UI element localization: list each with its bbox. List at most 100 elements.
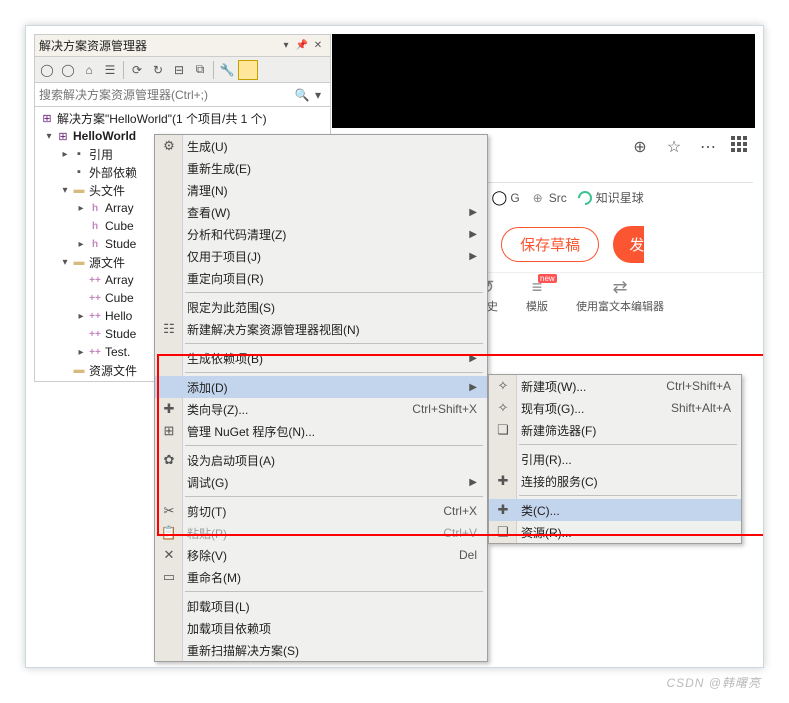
tree-label: 头文件	[89, 182, 125, 199]
submenu-arrow-icon: ▶	[469, 251, 477, 262]
bookmark-item[interactable]: ◯G	[491, 190, 519, 206]
expand-icon[interactable]: ▸	[75, 203, 87, 214]
menu-item[interactable]: ✧现有项(G)...Shift+Alt+A	[489, 397, 741, 419]
dropdown-icon[interactable]: ▾	[278, 38, 294, 54]
menu-item[interactable]: 引用(R)...	[489, 448, 741, 470]
search-icon[interactable]: 🔍	[294, 87, 310, 103]
browser-toolbar: ⊕ ☆ ⋯	[629, 132, 753, 162]
star-icon[interactable]: ☆	[663, 136, 685, 158]
apps-icon[interactable]	[731, 136, 753, 158]
menu-item-icon: ✚	[159, 401, 179, 417]
tree-label: Array	[105, 201, 134, 215]
cpp-icon: ++	[87, 290, 103, 306]
menu-item-icon: ✧	[493, 378, 513, 394]
menu-item-label: 引用(R)...	[521, 451, 731, 468]
sync-icon[interactable]: ⟳	[127, 60, 147, 80]
expand-icon[interactable]: ▾	[43, 131, 55, 142]
menu-item[interactable]: ⚙生成(U)	[155, 135, 487, 157]
menu-item[interactable]: 卸载项目(L)	[155, 595, 487, 617]
menu-item-icon: ✂	[159, 503, 179, 519]
zoom-icon[interactable]: ⊕	[629, 136, 651, 158]
expand-icon[interactable]: ▾	[59, 257, 71, 268]
menu-item[interactable]: 加载项目依赖项	[155, 617, 487, 639]
menu-item-label: 加载项目依赖项	[187, 620, 477, 637]
collapse-icon[interactable]: ⊟	[169, 60, 189, 80]
github-icon: ◯	[491, 190, 507, 206]
more-icon[interactable]: ⋯	[697, 136, 719, 158]
menu-item[interactable]: ✂剪切(T)Ctrl+X	[155, 500, 487, 522]
template-tool[interactable]: ≡new模版	[526, 277, 548, 314]
publish-button[interactable]: 发	[613, 226, 644, 263]
cpp-icon: ++	[87, 344, 103, 360]
close-icon[interactable]: ✕	[310, 38, 326, 54]
solution-root[interactable]: ⊞ 解决方案"HelloWorld"(1 个项目/共 1 个)	[35, 109, 330, 127]
menu-item-label: 新建筛选器(F)	[521, 422, 731, 439]
expand-icon[interactable]: ▾	[59, 185, 71, 196]
cpp-icon: ++	[87, 272, 103, 288]
expand-icon[interactable]: ▸	[75, 239, 87, 250]
submenu-arrow-icon: ▶	[469, 207, 477, 218]
tree-label: 引用	[89, 146, 113, 163]
submenu-arrow-icon: ▶	[469, 229, 477, 240]
menu-item-label: 连接的服务(C)	[521, 473, 731, 490]
back-icon[interactable]: ◯	[37, 60, 57, 80]
menu-item[interactable]: ❑资源(R)...	[489, 521, 741, 543]
menu-item[interactable]: ⊞管理 NuGet 程序包(N)...	[155, 420, 487, 442]
home-icon[interactable]: ⌂	[79, 60, 99, 80]
menu-item[interactable]: 调试(G)▶	[155, 471, 487, 493]
search-box[interactable]: 🔍 ▾	[35, 83, 330, 107]
menu-item-label: 新建解决方案资源管理器视图(N)	[187, 321, 477, 338]
menu-item[interactable]: 仅用于项目(J)▶	[155, 245, 487, 267]
menu-item[interactable]: 添加(D)▶	[155, 376, 487, 398]
menu-item[interactable]: 重新扫描解决方案(S)	[155, 639, 487, 661]
menu-item-label: 现有项(G)...	[521, 400, 651, 417]
menu-item-icon: ❏	[493, 422, 513, 438]
menu-item[interactable]: ☷新建解决方案资源管理器视图(N)	[155, 318, 487, 340]
menu-item[interactable]: ▭重命名(M)	[155, 566, 487, 588]
menu-item[interactable]: 限定为此范围(S)	[155, 296, 487, 318]
menu-item[interactable]: ✚类向导(Z)...Ctrl+Shift+X	[155, 398, 487, 420]
show-all-icon[interactable]: ⧉	[190, 60, 210, 80]
bookmark-item[interactable]: ⊕Src	[530, 190, 567, 206]
search-input[interactable]	[39, 88, 294, 102]
menu-item[interactable]: ✚连接的服务(C)	[489, 470, 741, 492]
menu-item[interactable]: 清理(N)	[155, 179, 487, 201]
menu-item[interactable]: ✚类(C)...	[489, 499, 741, 521]
menu-item-shortcut: Ctrl+Shift+A	[666, 379, 731, 393]
h-icon: h	[87, 200, 103, 216]
ref-icon: ▪	[71, 146, 87, 162]
menu-item[interactable]: ✕移除(V)Del	[155, 544, 487, 566]
switch-icon: ⇄	[612, 277, 627, 297]
tree-label: 源文件	[89, 254, 125, 271]
save-draft-button[interactable]: 保存草稿	[501, 227, 599, 262]
menu-item[interactable]: 生成依赖项(B)▶	[155, 347, 487, 369]
menu-item[interactable]: ❏ 新建筛选器(F)	[489, 419, 741, 441]
properties-icon[interactable]: 🔧	[217, 60, 237, 80]
search-dropdown-icon[interactable]: ▾	[310, 87, 326, 103]
menu-item-icon: ✕	[159, 547, 179, 563]
menu-item[interactable]: ✿设为启动项目(A)	[155, 449, 487, 471]
bookmark-item[interactable]: 知识星球	[577, 189, 644, 206]
menu-item[interactable]: 重定向项目(R)	[155, 267, 487, 289]
submenu-arrow-icon: ▶	[469, 477, 477, 488]
menu-item-label: 设为启动项目(A)	[187, 452, 477, 469]
menu-item[interactable]: 分析和代码清理(Z)▶	[155, 223, 487, 245]
menu-item[interactable]: 重新生成(E)	[155, 157, 487, 179]
menu-item[interactable]: ✧新建项(W)...Ctrl+Shift+A	[489, 375, 741, 397]
expand-icon[interactable]: ▸	[75, 347, 87, 358]
menu-item[interactable]: 显示浏览数据库错误	[155, 661, 487, 662]
switch-views-icon[interactable]: ☰	[100, 60, 120, 80]
panel-toolbar: ◯ ◯ ⌂ ☰ ⟳ ↻ ⊟ ⧉ 🔧	[35, 57, 330, 83]
menu-item[interactable]: 查看(W)▶	[155, 201, 487, 223]
expand-icon[interactable]: ▸	[75, 311, 87, 322]
refresh-icon[interactable]: ↻	[148, 60, 168, 80]
pin-icon[interactable]: 📌	[294, 38, 310, 54]
preview-icon[interactable]	[238, 60, 258, 80]
rich-text-tool[interactable]: ⇄使用富文本编辑器	[576, 277, 664, 314]
forward-icon[interactable]: ◯	[58, 60, 78, 80]
watermark: CSDN @韩曙亮	[666, 674, 761, 691]
new-badge: new	[538, 274, 557, 283]
menu-item-label: 卸载项目(L)	[187, 598, 477, 615]
menu-item[interactable]: 📋粘贴(P)Ctrl+V	[155, 522, 487, 544]
expand-icon[interactable]: ▸	[59, 149, 71, 160]
